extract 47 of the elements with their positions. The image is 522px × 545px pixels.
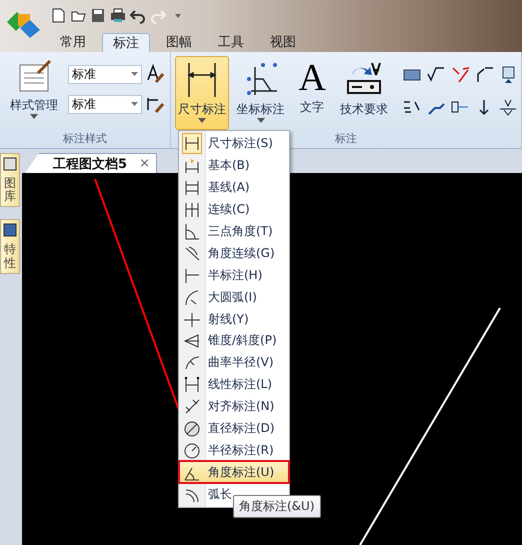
side-tab[interactable]: 特性 — [0, 219, 20, 274]
side-tab[interactable]: 图库 — [0, 153, 20, 208]
document-tab[interactable]: 工程图文档5 × — [25, 153, 157, 173]
menu-item[interactable]: 连续(C) — [179, 198, 289, 221]
menu-item[interactable]: 直径标注(D) — [179, 418, 289, 440]
caret-icon — [198, 118, 206, 123]
properties-icon — [3, 223, 17, 238]
menu-item[interactable]: 曲率半径(V) — [179, 352, 289, 374]
text-style-icon[interactable] — [146, 64, 164, 84]
ribbon-tab[interactable]: 常用 — [50, 33, 96, 52]
menu-item[interactable]: 射线(Y) — [179, 308, 289, 330]
new-file-icon[interactable] — [50, 6, 66, 24]
ribbon-button[interactable]: A 文字 — [292, 56, 333, 130]
group-label: 标注样式 — [63, 132, 107, 146]
ribbon-button[interactable]: 尺寸标注 — [175, 56, 230, 130]
save-icon[interactable] — [90, 6, 106, 24]
menu-item[interactable]: 半径标注(R) — [179, 439, 289, 462]
menu-item[interactable]: 三点角度(T) — [179, 220, 289, 242]
ribbon-tab[interactable]: 标注 — [102, 33, 150, 52]
tooltip: 角度标注(&U) — [233, 495, 321, 518]
menu-item[interactable]: 大圆弧(I) — [179, 286, 289, 308]
ribbon-tab[interactable]: 图幅 — [156, 33, 202, 52]
menu-item[interactable]: 线性标注(L) — [179, 374, 289, 396]
menu-item[interactable]: 半标注(H) — [179, 264, 289, 286]
ribbon-tab[interactable]: 视图 — [260, 33, 306, 52]
style-dropdown[interactable]: 标准 — [68, 94, 142, 114]
menu-item[interactable]: 基线(A) — [179, 176, 289, 199]
menu-item[interactable]: 基本(B) — [179, 154, 289, 177]
menu-item[interactable]: 对齐标注(N) — [179, 396, 289, 418]
menu-item[interactable]: 角度标注(U) — [179, 461, 289, 484]
ribbon-button[interactable]: 坐标标注 — [233, 56, 288, 130]
ribbon-button[interactable]: 技术要求 — [336, 56, 391, 130]
group-label: 标注 — [335, 132, 357, 146]
library-icon — [3, 157, 17, 171]
menu-item[interactable]: 尺寸标注(S) — [179, 133, 289, 155]
caret-icon — [30, 114, 38, 119]
style-dropdown[interactable]: 标准 — [68, 64, 142, 84]
caret-icon — [256, 118, 265, 123]
close-button[interactable]: × — [139, 156, 150, 171]
print-icon[interactable] — [110, 6, 126, 24]
menu-item[interactable]: 锥度/斜度(P) — [179, 330, 289, 352]
caret-icon — [131, 72, 138, 76]
style-manager-button[interactable]: 样式管理 — [4, 56, 64, 130]
text-icon: A — [298, 59, 326, 97]
caret-icon — [131, 102, 138, 106]
ribbon-tab[interactable]: 工具 — [208, 33, 254, 52]
menu-item[interactable]: 角度连续(G) — [179, 242, 289, 264]
